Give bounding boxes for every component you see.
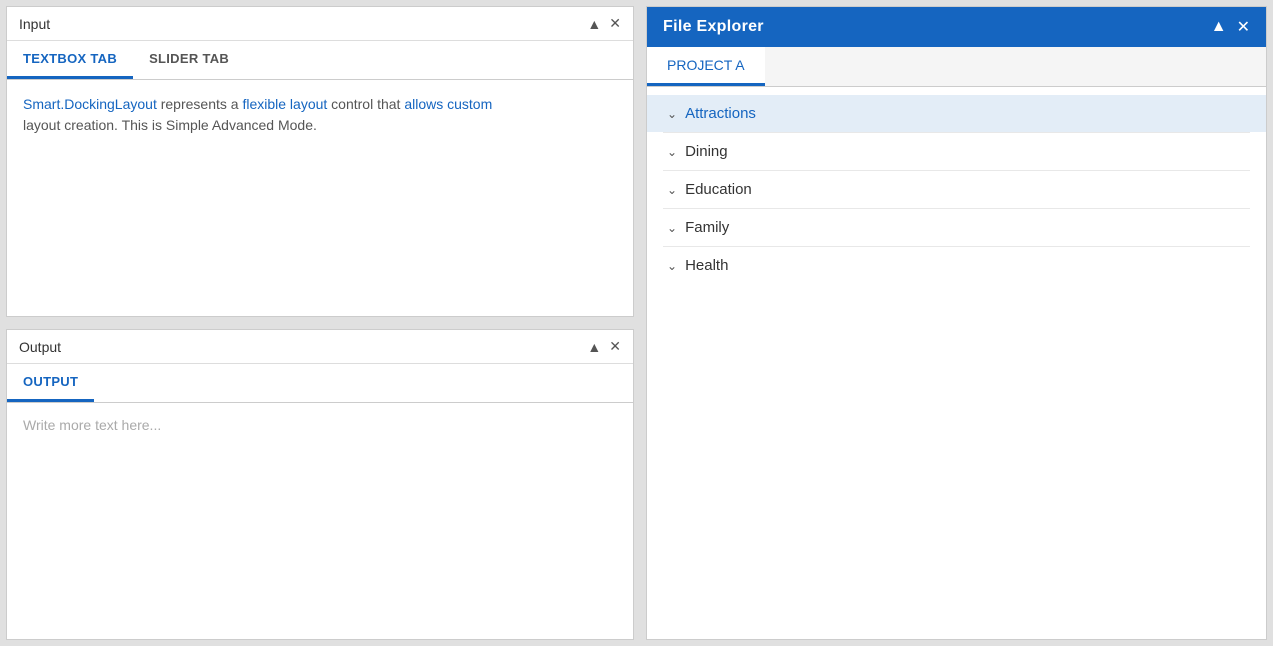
input-text-highlight: Smart.DockingLayout — [23, 96, 157, 112]
input-section: Input ▲ ✕ TEXTBOX TAB SLIDER TAB Smart.D… — [6, 6, 634, 317]
input-text-3: layout creation. This is Simple Advanced… — [23, 117, 317, 133]
input-header-icons: ▲ ✕ — [587, 15, 621, 32]
file-explorer-close-icon[interactable]: ✕ — [1237, 17, 1250, 37]
tree-item-dining[interactable]: ⌄ Dining — [647, 133, 1266, 170]
tab-slider[interactable]: SLIDER TAB — [133, 41, 245, 79]
left-panel: Input ▲ ✕ TEXTBOX TAB SLIDER TAB Smart.D… — [0, 0, 640, 646]
input-header: Input ▲ ✕ — [7, 7, 633, 41]
tree-item-education[interactable]: ⌄ Education — [647, 171, 1266, 208]
tab-output[interactable]: OUTPUT — [7, 364, 94, 402]
tree-item-attractions[interactable]: ⌄ Attractions — [647, 95, 1266, 132]
tab-project-a[interactable]: PROJECT A — [647, 47, 765, 86]
chevron-dining-icon: ⌄ — [667, 145, 677, 159]
input-text-allows: allows custom — [404, 96, 492, 112]
tab-textbox[interactable]: TEXTBOX TAB — [7, 41, 133, 79]
tree-label-dining: Dining — [685, 143, 728, 160]
tree-item-health[interactable]: ⌄ Health — [647, 247, 1266, 284]
output-placeholder: Write more text here... — [23, 417, 161, 433]
input-text-flexible: flexible layout — [242, 96, 327, 112]
output-title: Output — [19, 339, 61, 355]
input-text-2: control that — [327, 96, 404, 112]
output-header: Output ▲ ✕ — [7, 330, 633, 364]
file-explorer-header: File Explorer ▲ ✕ — [647, 7, 1266, 47]
file-explorer-pin-icon[interactable]: ▲ — [1211, 18, 1227, 36]
output-header-icons: ▲ ✕ — [587, 338, 621, 355]
tree-label-education: Education — [685, 181, 752, 198]
file-explorer-header-icons: ▲ ✕ — [1211, 17, 1250, 37]
output-pin-icon[interactable]: ▲ — [587, 339, 601, 355]
chevron-attractions-icon: ⌄ — [667, 107, 677, 121]
output-close-icon[interactable]: ✕ — [609, 338, 621, 355]
project-tabs-bar: PROJECT A — [647, 47, 1266, 87]
tree-label-health: Health — [685, 257, 728, 274]
chevron-education-icon: ⌄ — [667, 183, 677, 197]
tree-item-family[interactable]: ⌄ Family — [647, 209, 1266, 246]
output-section: Output ▲ ✕ OUTPUT Write more text here..… — [6, 329, 634, 640]
chevron-health-icon: ⌄ — [667, 259, 677, 273]
input-text-1: represents a — [157, 96, 243, 112]
output-tabs-bar: OUTPUT — [7, 364, 633, 403]
input-title: Input — [19, 16, 50, 32]
chevron-family-icon: ⌄ — [667, 221, 677, 235]
right-panel: File Explorer ▲ ✕ PROJECT A ⌄ Attraction… — [646, 6, 1267, 640]
output-body: Write more text here... — [7, 403, 633, 553]
file-explorer-title: File Explorer — [663, 18, 764, 36]
input-body: Smart.DockingLayout represents a flexibl… — [7, 80, 633, 316]
tree-label-family: Family — [685, 219, 729, 236]
input-pin-icon[interactable]: ▲ — [587, 16, 601, 32]
input-tabs-bar: TEXTBOX TAB SLIDER TAB — [7, 41, 633, 80]
file-tree: ⌄ Attractions ⌄ Dining ⌄ Education ⌄ Fam… — [647, 87, 1266, 639]
tree-label-attractions: Attractions — [685, 105, 756, 122]
input-close-icon[interactable]: ✕ — [609, 15, 621, 32]
